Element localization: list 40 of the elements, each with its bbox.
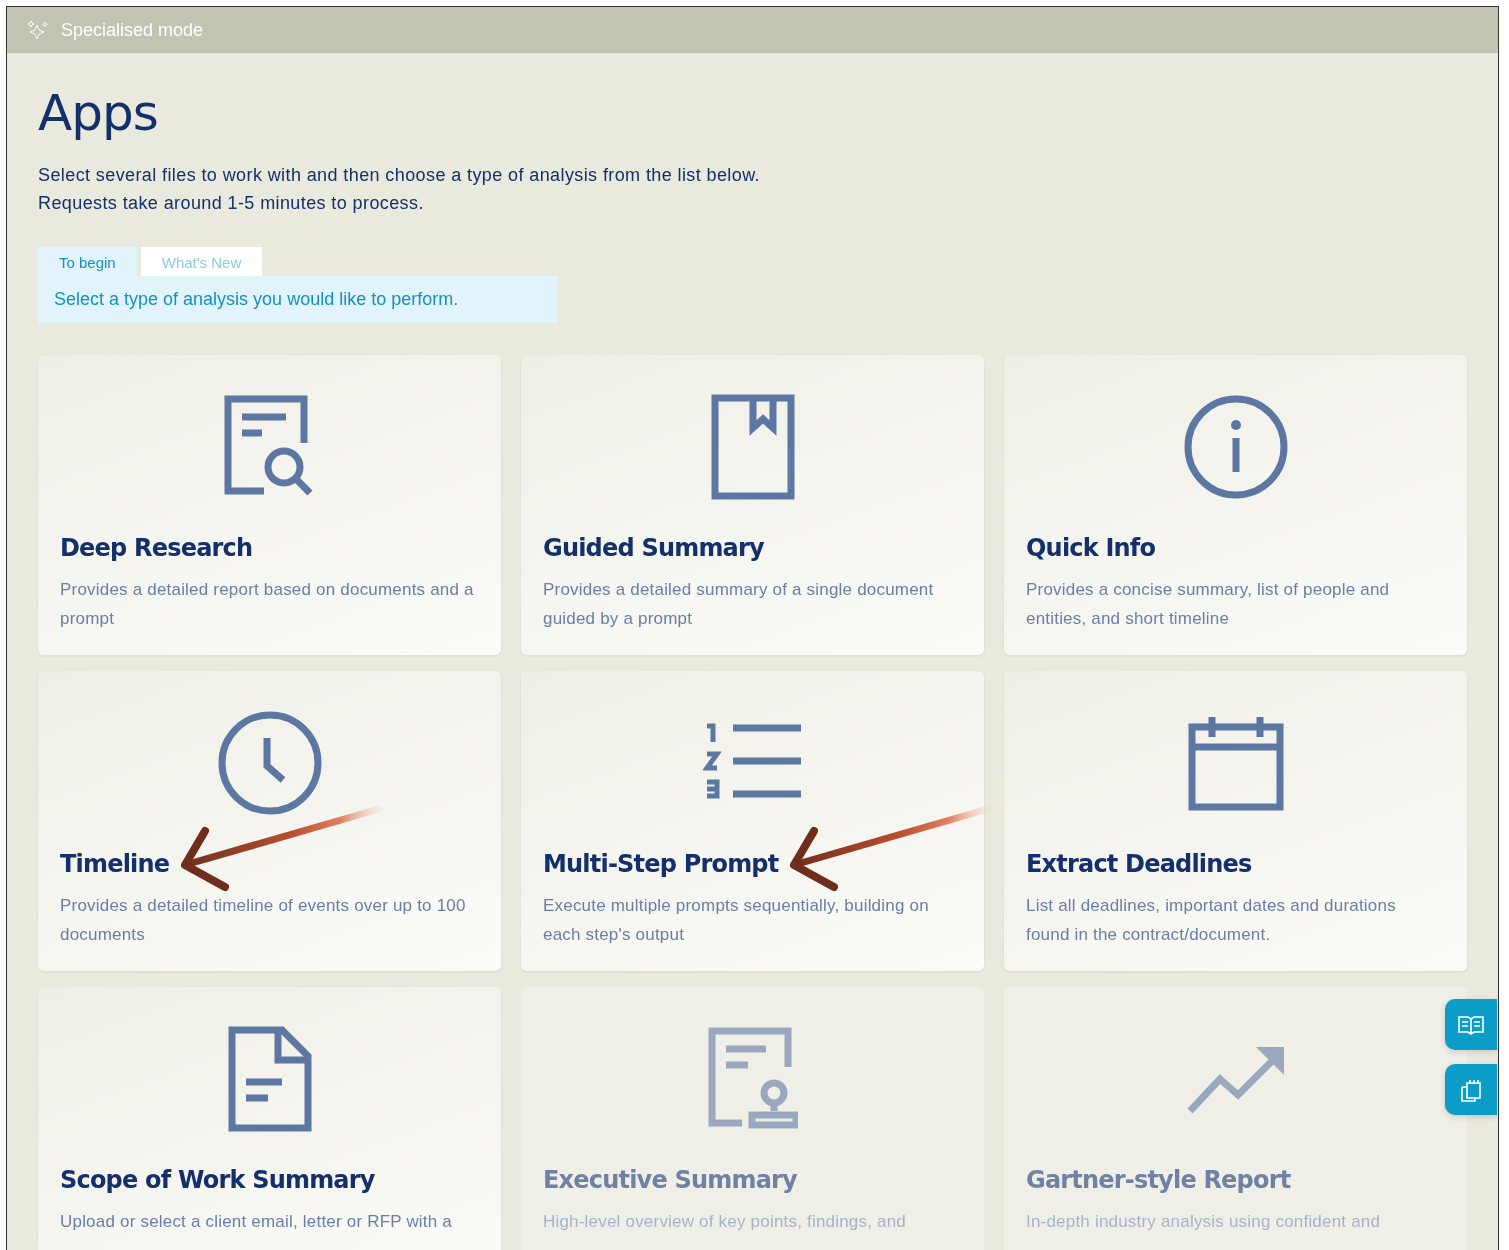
app-title: Scope of Work Summary (60, 1166, 375, 1194)
app-description: Provides a concise summary, list of people and entities, and short timeline (1026, 579, 1391, 630)
tab-panel-message: Select a type of analysis you would like to perform. (38, 276, 558, 323)
certificate-icon (707, 1027, 798, 1131)
app-description: Execute multiple prompts sequentially, building on each step's output (543, 895, 930, 946)
app-title: Executive Summary (543, 1166, 797, 1194)
app-card[interactable]: Timeline Provides a detailed timeline of events over up to 100 documents (38, 671, 501, 971)
app-title: Quick Info (1026, 534, 1156, 562)
app-description: Provides a detailed timeline of events over up to 100 documents (60, 895, 467, 946)
intro-text: Select several files to work with and then choose a type of analysis from the list below. (38, 164, 761, 187)
page-heading: Apps (38, 83, 159, 143)
document-icon (227, 1026, 312, 1132)
app-title: Deep Research (60, 534, 253, 562)
calendar-icon (1187, 715, 1284, 811)
book-button[interactable] (1445, 999, 1497, 1050)
app-description: Upload or select a client email, letter or RFP with a (60, 1211, 453, 1233)
intro-text: Requests take around 1-5 minutes to process. (38, 192, 425, 215)
app-description: Provides a detailed summary of a single document guided by a prompt (543, 579, 935, 630)
app-title: Gartner-style Report (1026, 1166, 1291, 1194)
app-card[interactable]: Deep Research Provides a detailed report based on documents and a prompt (38, 355, 501, 655)
info-icon (1182, 394, 1289, 500)
app-description: In-depth industry analysis using confident and (1026, 1211, 1382, 1233)
clock-icon (216, 710, 323, 816)
app-card[interactable]: Quick Info Provides a concise summary, list of people and entities, and short timeline (1004, 355, 1467, 655)
clipboard-icon (1460, 1077, 1482, 1102)
app-description: High-level overview of key points, findings, and (543, 1211, 907, 1233)
book-icon (710, 394, 795, 500)
sparkle-icon (27, 20, 49, 40)
book-icon (1458, 1014, 1484, 1035)
app-title: Multi-Step Prompt (543, 850, 779, 878)
app-card[interactable]: Extract Deadlines List all deadlines, important dates and durations found in the contract/document. (1004, 671, 1467, 971)
app-card[interactable]: Scope of Work Summary Upload or select a client email, letter or RFP with a (38, 987, 501, 1250)
app-title: Timeline (60, 850, 170, 878)
app-title: Extract Deadlines (1026, 850, 1252, 878)
app-description: Provides a detailed report based on documents and a prompt (60, 579, 475, 630)
app-title: Guided Summary (543, 534, 764, 562)
app-card[interactable]: Guided Summary Provides a detailed summary of a single document guided by a prompt (521, 355, 984, 655)
clipboard-button[interactable] (1445, 1064, 1497, 1115)
app-description: List all deadlines, important dates and durations found in the contract/document. (1026, 895, 1397, 946)
mode-title: Specialised mode (61, 19, 204, 41)
